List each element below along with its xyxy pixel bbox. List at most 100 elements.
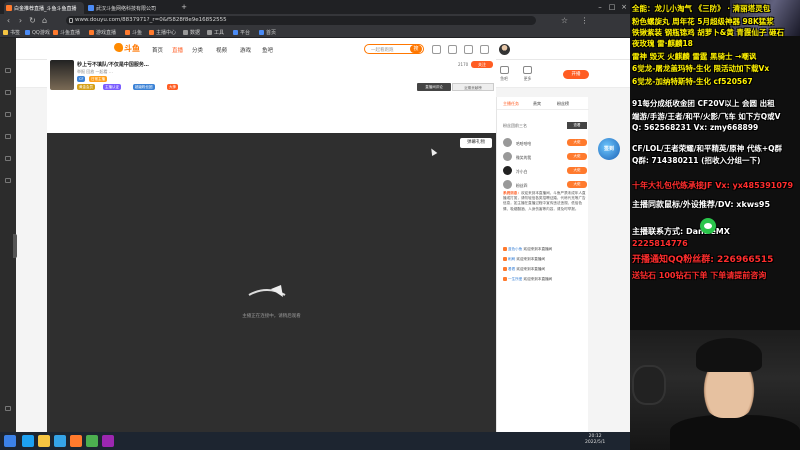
nav-live[interactable]: 直播 bbox=[172, 46, 183, 54]
rank-row[interactable]: 粉丝四 大佬 bbox=[503, 179, 587, 191]
overlay-text-line: Q群: 714380211 (招收入分组一下) bbox=[632, 156, 761, 165]
nav-category[interactable]: 分类 bbox=[192, 46, 203, 54]
taskbar-app-icon[interactable] bbox=[86, 435, 98, 447]
bookmark-item[interactable]: 书签 bbox=[2, 29, 20, 36]
nav-video[interactable]: 视频 bbox=[216, 46, 227, 54]
level-icon bbox=[503, 267, 507, 271]
back-icon[interactable]: ‹ bbox=[4, 16, 13, 25]
forward-icon[interactable]: › bbox=[16, 16, 25, 25]
sidebar-item-fishbar[interactable] bbox=[2, 178, 14, 191]
chat-user[interactable]: 看看 bbox=[508, 267, 515, 271]
bookmark-icon bbox=[89, 30, 94, 35]
history-icon[interactable] bbox=[432, 45, 441, 54]
browser-window: 白金推荐直播_斗鱼斗鱼直播 武汉斗鱼网络科技有限公司 + – □ × ‹ › ↻… bbox=[0, 0, 630, 432]
taskbar-app-icon[interactable] bbox=[22, 435, 34, 447]
address-bar[interactable]: www.douyu.com/8837971?_r=0&f5828f8e9e168… bbox=[66, 16, 536, 25]
bookmark-item[interactable]: QQ游戏 bbox=[24, 29, 50, 36]
download-icon[interactable] bbox=[448, 45, 457, 54]
streamer-avatar[interactable] bbox=[50, 60, 74, 90]
nav-game[interactable]: 游戏 bbox=[240, 46, 251, 54]
follow-button[interactable]: 关注 bbox=[471, 61, 493, 68]
bookmark-item[interactable]: 斗鱼直播 bbox=[52, 29, 80, 36]
minimize-icon[interactable]: – bbox=[594, 2, 606, 12]
overlay-text-line: 主播联系方式: DanDeMX bbox=[632, 227, 730, 236]
sidebar-item-video[interactable] bbox=[2, 134, 14, 147]
tab-fans[interactable]: 粉丝榜 bbox=[557, 101, 569, 107]
sidebar-item-more[interactable] bbox=[2, 406, 14, 419]
new-tab-button[interactable]: + bbox=[178, 2, 190, 12]
nav-fishbar[interactable]: 鱼吧 bbox=[262, 46, 273, 54]
browser-tab[interactable]: 武汉斗鱼网络科技有限公司 bbox=[86, 2, 176, 14]
bookmark-item[interactable]: 游戏直播 bbox=[88, 29, 116, 36]
close-icon[interactable]: × bbox=[618, 2, 630, 12]
maximize-icon[interactable]: □ bbox=[606, 2, 618, 12]
taskbar-app-icon[interactable] bbox=[38, 435, 50, 447]
chat-message: 看看 欢迎来到本直播间 bbox=[503, 267, 587, 275]
room-tag: 主播认证 bbox=[103, 84, 121, 90]
rank-title: 粉丝团前三名 bbox=[503, 123, 527, 128]
bookmark-item[interactable]: 工具 bbox=[206, 29, 224, 36]
upload-icon[interactable] bbox=[480, 45, 489, 54]
sidebar-collapse-handle[interactable] bbox=[13, 234, 17, 258]
reload-icon[interactable]: ↻ bbox=[28, 16, 37, 25]
star-icon[interactable]: ☆ bbox=[560, 16, 569, 25]
room-tag: 日常主播 bbox=[89, 76, 107, 82]
nav-home[interactable]: 首页 bbox=[152, 46, 163, 54]
rank-name: 哈哈哈哈 bbox=[516, 141, 532, 146]
gift-button[interactable]: 弹幕礼物 bbox=[460, 138, 492, 148]
category-label: 更多 bbox=[523, 76, 532, 81]
category-item[interactable]: 鱼吧 bbox=[493, 66, 515, 86]
sidebar-item-home[interactable] bbox=[2, 68, 14, 81]
taskbar-clock[interactable]: 20:12 2022/5/1 bbox=[585, 434, 605, 446]
tab-vip[interactable]: 贵宾 bbox=[533, 101, 541, 107]
taskbar-app-icon[interactable] bbox=[54, 435, 66, 447]
bookmark-item[interactable]: 斗鱼 bbox=[124, 29, 142, 36]
extensions-icon[interactable]: ⋮ bbox=[580, 16, 589, 25]
home-icon[interactable]: ⌂ bbox=[40, 16, 49, 25]
bookmark-icon bbox=[233, 30, 238, 35]
bookmark-icon bbox=[125, 30, 130, 35]
overlay-text-line: 全能：龙儿小淘气 《三防》 · 清丽塔灵包 bbox=[632, 4, 771, 13]
sidebar-item-category[interactable] bbox=[2, 112, 14, 125]
overlay-text-line: 十年大礼包代练承接JF Vx: yx485391079 bbox=[632, 181, 794, 190]
browser-tab[interactable]: 白金推荐直播_斗鱼斗鱼直播 bbox=[4, 2, 84, 14]
video-player[interactable]: 弹幕礼物 主播正在连接中，请稍后观看 bbox=[47, 133, 496, 432]
rank-row[interactable]: 哈哈哈哈 大佬 bbox=[503, 137, 587, 149]
chat-user[interactable]: 一生所爱 bbox=[508, 277, 522, 281]
home-icon bbox=[5, 68, 11, 73]
chat-user[interactable]: 刷刷 bbox=[508, 257, 515, 261]
windows-taskbar: 20:12 2022/5/1 bbox=[0, 432, 630, 450]
sidebar-item-game[interactable] bbox=[2, 156, 14, 169]
room-actions[interactable]: 举报 回放 一起看 … bbox=[77, 69, 113, 75]
bookmark-label: 斗鱼直播 bbox=[60, 30, 81, 36]
mail-icon[interactable] bbox=[464, 45, 473, 54]
category-item[interactable]: 更多 bbox=[517, 66, 539, 86]
overlay-text-line: Q: 562568231 Vx: zmy668899 bbox=[632, 123, 759, 132]
site-logo[interactable]: 斗鱼 bbox=[114, 43, 140, 55]
category-label: 鱼吧 bbox=[500, 76, 508, 81]
bookmark-item[interactable]: 平台 bbox=[232, 29, 250, 36]
room-comments-button[interactable]: 直播间评论 bbox=[417, 83, 451, 91]
chat-icon bbox=[5, 178, 11, 183]
rank-view-button[interactable]: 查看 bbox=[567, 122, 587, 129]
rank-row[interactable]: 微笑的我 大佬 bbox=[503, 151, 587, 163]
bookmark-item[interactable]: 首页 bbox=[258, 29, 276, 36]
taskbar-app-icon[interactable] bbox=[70, 435, 82, 447]
search-button[interactable]: 搜 bbox=[410, 45, 422, 53]
mouse-cursor-icon bbox=[428, 146, 438, 157]
user-avatar[interactable] bbox=[499, 44, 510, 55]
bookmark-icon bbox=[53, 30, 58, 35]
taskbar-app-icon[interactable] bbox=[102, 435, 114, 447]
wechat-icon bbox=[700, 218, 716, 234]
bookmark-item[interactable]: 主播中心 bbox=[148, 29, 176, 36]
sidebar-item-follow[interactable] bbox=[2, 90, 14, 103]
contribution-rank-button[interactable]: 近期贡献榜 bbox=[452, 83, 494, 91]
start-icon[interactable] bbox=[4, 435, 16, 447]
sign-in-badge[interactable]: 签到 bbox=[598, 138, 620, 160]
chat-user[interactable]: 蓝色小鱼 bbox=[508, 247, 522, 251]
avatar bbox=[503, 180, 512, 189]
tab-tasks[interactable]: 主播任务 bbox=[503, 101, 519, 107]
rank-row[interactable]: 冷小白 大佬 bbox=[503, 165, 587, 177]
bookmark-item[interactable]: 数据 bbox=[182, 29, 200, 36]
open-live-button[interactable]: 开播 bbox=[563, 70, 589, 79]
